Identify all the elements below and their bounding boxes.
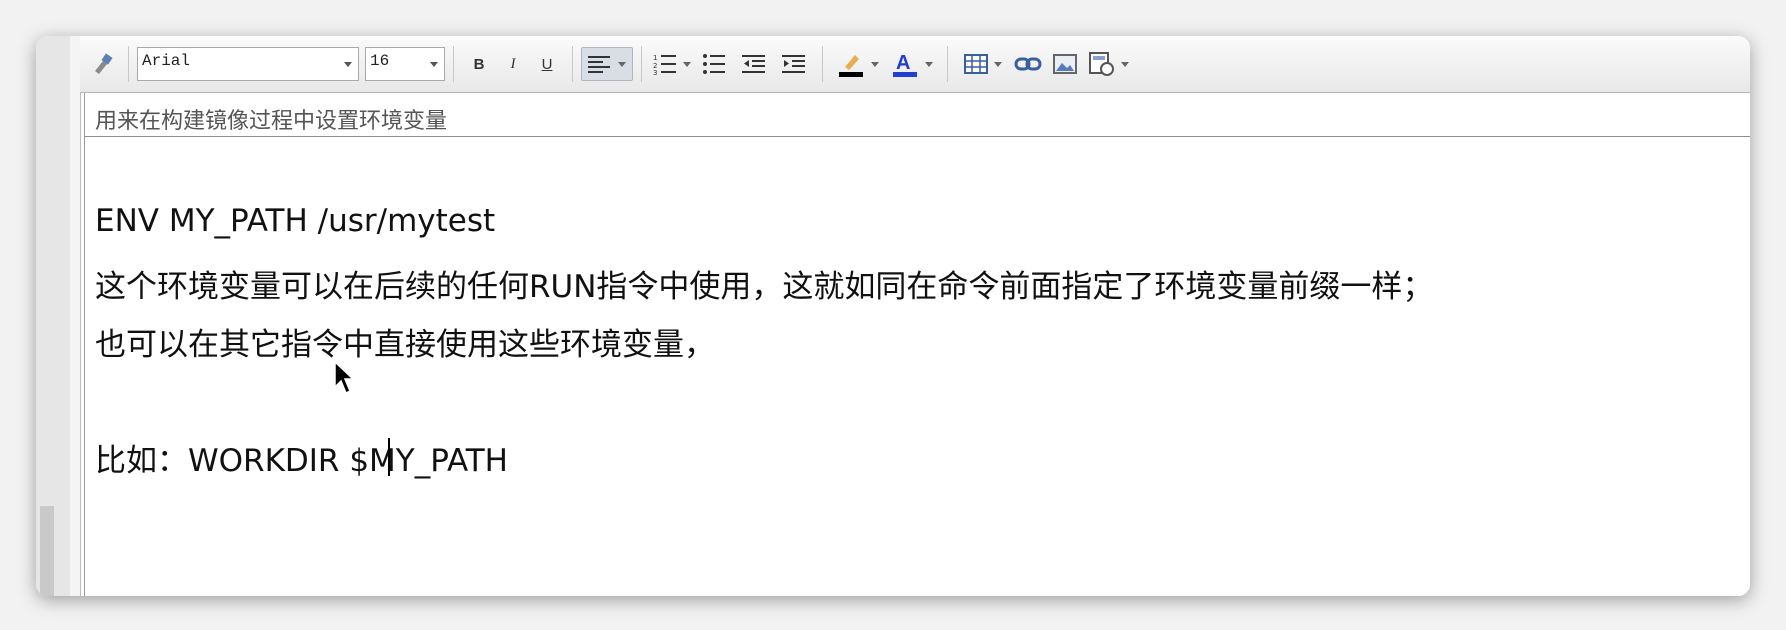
outdent-button[interactable]	[734, 49, 774, 79]
align-button[interactable]	[581, 47, 633, 81]
table-icon	[964, 54, 988, 74]
link-icon	[1014, 57, 1042, 71]
chevron-down-icon	[871, 61, 879, 67]
font-size-value: 16	[370, 52, 390, 70]
font-family-value: Arial	[142, 52, 191, 70]
highlight-color-button[interactable]	[831, 49, 885, 79]
chevron-down-icon	[430, 62, 438, 67]
editor-window: Arial 16 B I U 123 A 用来在构建镜像过程中设置环境变量 EN…	[36, 36, 1750, 596]
svg-text:A: A	[896, 52, 910, 74]
left-scrollbar[interactable]	[36, 36, 71, 596]
image-icon	[1053, 54, 1077, 74]
highlight-color-icon	[839, 55, 863, 77]
scrollbar-thumb[interactable]	[40, 506, 54, 596]
chevron-down-icon	[925, 61, 933, 67]
content-line-3[interactable]: 也可以在其它指令中直接使用这些环境变量，	[95, 319, 715, 364]
toolbar-separator	[641, 46, 642, 82]
chevron-down-icon	[618, 61, 626, 67]
chevron-down-icon	[683, 61, 691, 67]
font-size-select[interactable]: 16	[365, 47, 445, 81]
ordered-list-button[interactable]: 123	[650, 49, 694, 79]
outdent-icon	[742, 55, 765, 73]
chevron-down-icon	[1121, 61, 1129, 67]
chevron-down-icon	[344, 62, 352, 67]
unordered-list-button[interactable]	[694, 49, 734, 79]
font-color-icon: A	[893, 52, 917, 77]
indent-button[interactable]	[774, 49, 814, 79]
format-painter-icon[interactable]	[84, 49, 120, 79]
font-color-button[interactable]: A	[885, 49, 939, 79]
toolbar-separator	[947, 46, 948, 82]
indent-icon	[782, 55, 805, 73]
insert-special-icon	[1089, 52, 1114, 76]
content-line-2[interactable]: 这个环境变量可以在后续的任何RUN指令中使用，这就如同在命令前面指定了环境变量前…	[95, 261, 1433, 306]
unordered-list-icon	[703, 54, 725, 74]
italic-button[interactable]: I	[496, 49, 530, 79]
mouse-pointer-icon	[334, 360, 356, 400]
editor-frame-border	[70, 36, 81, 596]
insert-image-button[interactable]	[1046, 49, 1084, 79]
formatting-toolbar: Arial 16 B I U 123 A	[80, 36, 1750, 93]
toolbar-separator	[128, 46, 129, 82]
ordered-list-icon: 123	[653, 54, 676, 75]
toolbar-separator	[572, 46, 573, 82]
align-left-icon	[588, 56, 610, 73]
insert-special-button[interactable]	[1084, 49, 1134, 79]
svg-text:3: 3	[653, 69, 657, 75]
insert-table-button[interactable]	[956, 49, 1010, 79]
toolbar-separator	[453, 46, 454, 82]
svg-text:1: 1	[653, 54, 657, 62]
editor-area[interactable]: 用来在构建镜像过程中设置环境变量 ENV MY_PATH /usr/mytest…	[84, 93, 1750, 596]
toolbar-separator	[822, 46, 823, 82]
title-input[interactable]: 用来在构建镜像过程中设置环境变量	[85, 93, 1750, 137]
underline-button[interactable]: U	[530, 49, 564, 79]
text-caret	[388, 438, 390, 476]
font-family-select[interactable]: Arial	[137, 47, 359, 81]
bold-button[interactable]: B	[462, 49, 496, 79]
insert-link-button[interactable]	[1010, 49, 1046, 79]
content-line-1[interactable]: ENV MY_PATH /usr/mytest	[95, 203, 495, 239]
content-line-4[interactable]: 比如：WORKDIR $MY_PATH	[95, 435, 508, 480]
chevron-down-icon	[994, 61, 1002, 67]
